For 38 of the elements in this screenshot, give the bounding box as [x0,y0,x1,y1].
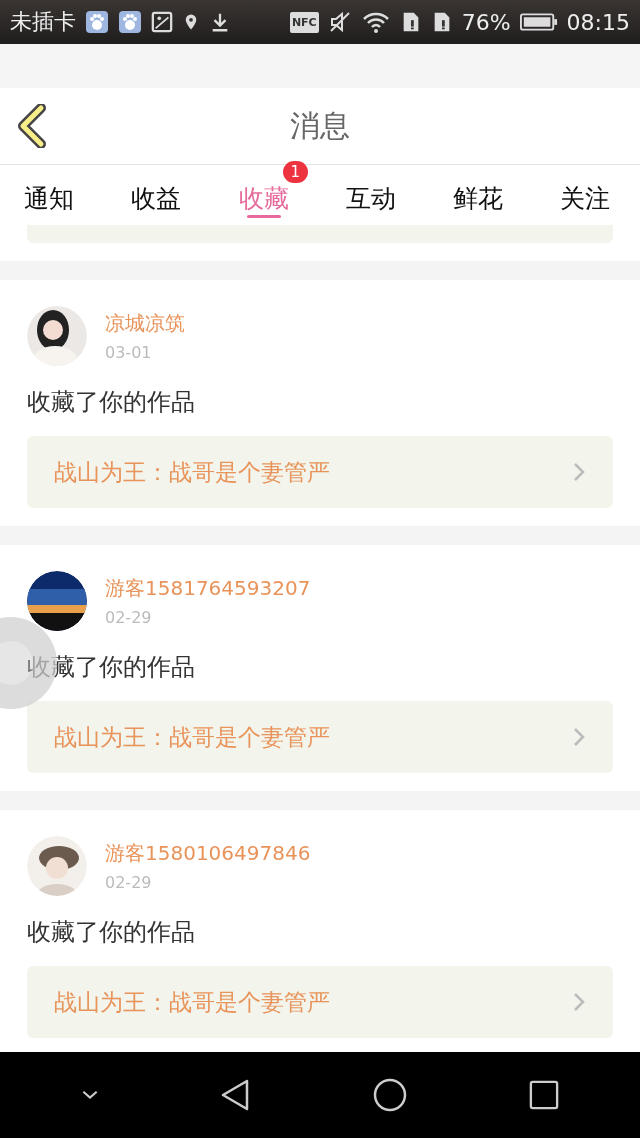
tab[interactable]: 通知 [24,165,132,221]
image-icon [151,11,173,33]
message-date: 02-29 [105,873,153,892]
recent-apps-icon[interactable] [529,1080,560,1110]
work-title: 战山为王：战哥是个妻管严 [54,722,330,752]
carrier-text: 未插卡 [10,8,76,36]
count-badge: 1 [282,161,309,183]
message-date: 03-01 [105,343,153,362]
chevron-right-icon [573,992,585,1012]
home-icon[interactable] [371,1077,408,1113]
work-title: 战山为王：战哥是个妻管严 [54,457,330,487]
battery-icon [519,12,558,32]
nfc-icon: NFC [289,11,319,33]
chevron-right-icon [573,462,585,482]
message-date: 02-29 [105,608,153,627]
paw-icon [85,10,109,34]
clock: 08:15 [566,9,630,35]
page-title: 消息 [290,106,350,145]
chevron-down-icon[interactable] [80,1090,99,1100]
message-text: 收藏了你的作品 [27,917,196,948]
user-name[interactable]: 凉城凉筑 [105,310,185,337]
work-title: 战山为王：战哥是个妻管严 [54,987,330,1017]
user-name[interactable]: 游客1581764593207 [105,575,311,602]
tab[interactable]: 关注 [560,165,640,221]
tab[interactable]: 收益 [131,165,239,221]
tab[interactable]: 互动 [345,165,454,221]
work-link[interactable]: 战山为王：战哥是个妻管严 [27,966,613,1038]
back-icon[interactable] [220,1078,251,1112]
battery-percent: 76% [461,9,511,35]
work-link[interactable]: 战山为王：战哥是个妻管严 [27,436,613,508]
message-text: 收藏了你的作品 [27,387,196,418]
tab[interactable]: 鲜花 [453,165,561,221]
message-text: 收藏了你的作品 [27,652,196,683]
back-button[interactable] [17,104,47,148]
chevron-right-icon [573,727,585,747]
user-name[interactable]: 游客1580106497846 [105,840,311,867]
paw-icon [118,10,142,34]
work-link[interactable]: 战山为王：战哥是个妻管严 [27,701,613,773]
